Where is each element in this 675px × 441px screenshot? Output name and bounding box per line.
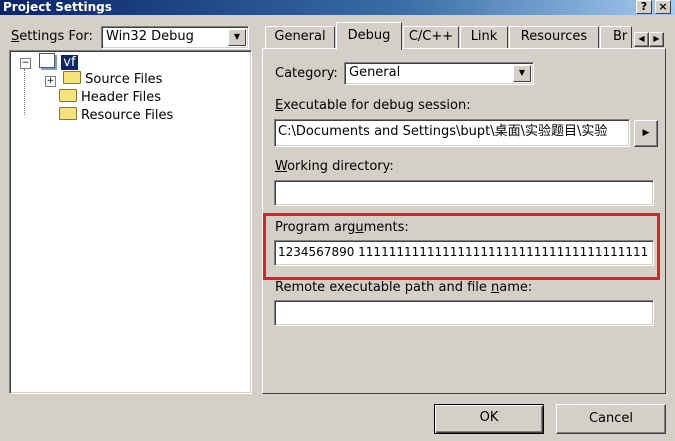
settings-for-value: Win32 Debug xyxy=(106,29,194,44)
folder-icon xyxy=(59,89,77,102)
tab-general[interactable]: General xyxy=(265,26,335,50)
tree-root[interactable]: − vf xyxy=(20,53,173,71)
cancel-button[interactable]: Cancel xyxy=(556,404,666,434)
tab-link[interactable]: Link xyxy=(460,26,508,50)
tab-scroll-right-button[interactable]: ▶ xyxy=(649,32,664,47)
window-title: Project Settings xyxy=(3,0,112,14)
working-directory-label: Working directory: xyxy=(275,159,394,174)
chevron-down-icon[interactable]: ▼ xyxy=(228,29,246,46)
tree-item-label: Resource Files xyxy=(81,108,174,123)
category-value: General xyxy=(349,65,401,80)
arrow-right-icon: ▶ xyxy=(653,34,660,43)
ok-button[interactable]: OK xyxy=(434,404,544,434)
tree-item-resource-files[interactable]: Resource Files xyxy=(20,107,173,125)
title-bar: Project Settings xyxy=(0,0,675,15)
tree-item-source-files[interactable]: + Source Files xyxy=(20,71,173,89)
folder-icon xyxy=(63,71,82,84)
program-arguments-input[interactable]: 1234567890 11111111111111111111111111111… xyxy=(274,240,654,266)
remote-path-label: Remote executable path and file name: xyxy=(275,280,533,295)
close-button[interactable]: × xyxy=(655,0,671,14)
folder-icon xyxy=(59,107,77,120)
tab-scroll-left-button[interactable]: ◀ xyxy=(634,32,649,47)
program-arguments-label: Program arguments: xyxy=(275,220,409,235)
arrow-right-icon: ▶ xyxy=(642,128,650,138)
tab-resources[interactable]: Resources xyxy=(509,26,599,50)
working-directory-input[interactable] xyxy=(274,180,654,206)
help-icon: ? xyxy=(640,0,648,13)
executable-input[interactable]: C:\Documents and Settings\bupt\桌面\实验题目\实… xyxy=(274,119,630,147)
project-icon xyxy=(39,53,56,68)
tree-item-label: Header Files xyxy=(81,90,161,105)
tab-c-cpp[interactable]: C/C++ xyxy=(403,26,459,50)
tree-item-label: Source Files xyxy=(85,72,163,87)
collapse-icon[interactable]: − xyxy=(20,58,31,69)
tree-item-header-files[interactable]: Header Files xyxy=(20,89,173,107)
project-tree[interactable]: − vf + Source Files Header Files Resourc… xyxy=(9,50,252,394)
tab-debug[interactable]: Debug xyxy=(336,22,402,50)
executable-browse-button[interactable]: ▶ xyxy=(634,120,658,147)
tree-root-label: vf xyxy=(61,55,78,70)
settings-for-select[interactable]: Win32 Debug ▼ xyxy=(101,26,249,49)
chevron-down-icon[interactable]: ▼ xyxy=(513,65,531,82)
expand-icon[interactable]: + xyxy=(45,76,56,87)
arrow-left-icon: ◀ xyxy=(638,34,645,43)
category-label: Category: xyxy=(275,66,338,81)
settings-for-label: Settings For: xyxy=(11,29,93,44)
help-button[interactable]: ? xyxy=(636,0,652,14)
tab-browse-info[interactable]: Br xyxy=(600,26,632,50)
remote-path-input[interactable] xyxy=(274,300,654,326)
category-select[interactable]: General ▼ xyxy=(344,62,534,85)
close-icon: × xyxy=(658,0,668,13)
executable-label: Executable for debug session: xyxy=(275,98,471,113)
